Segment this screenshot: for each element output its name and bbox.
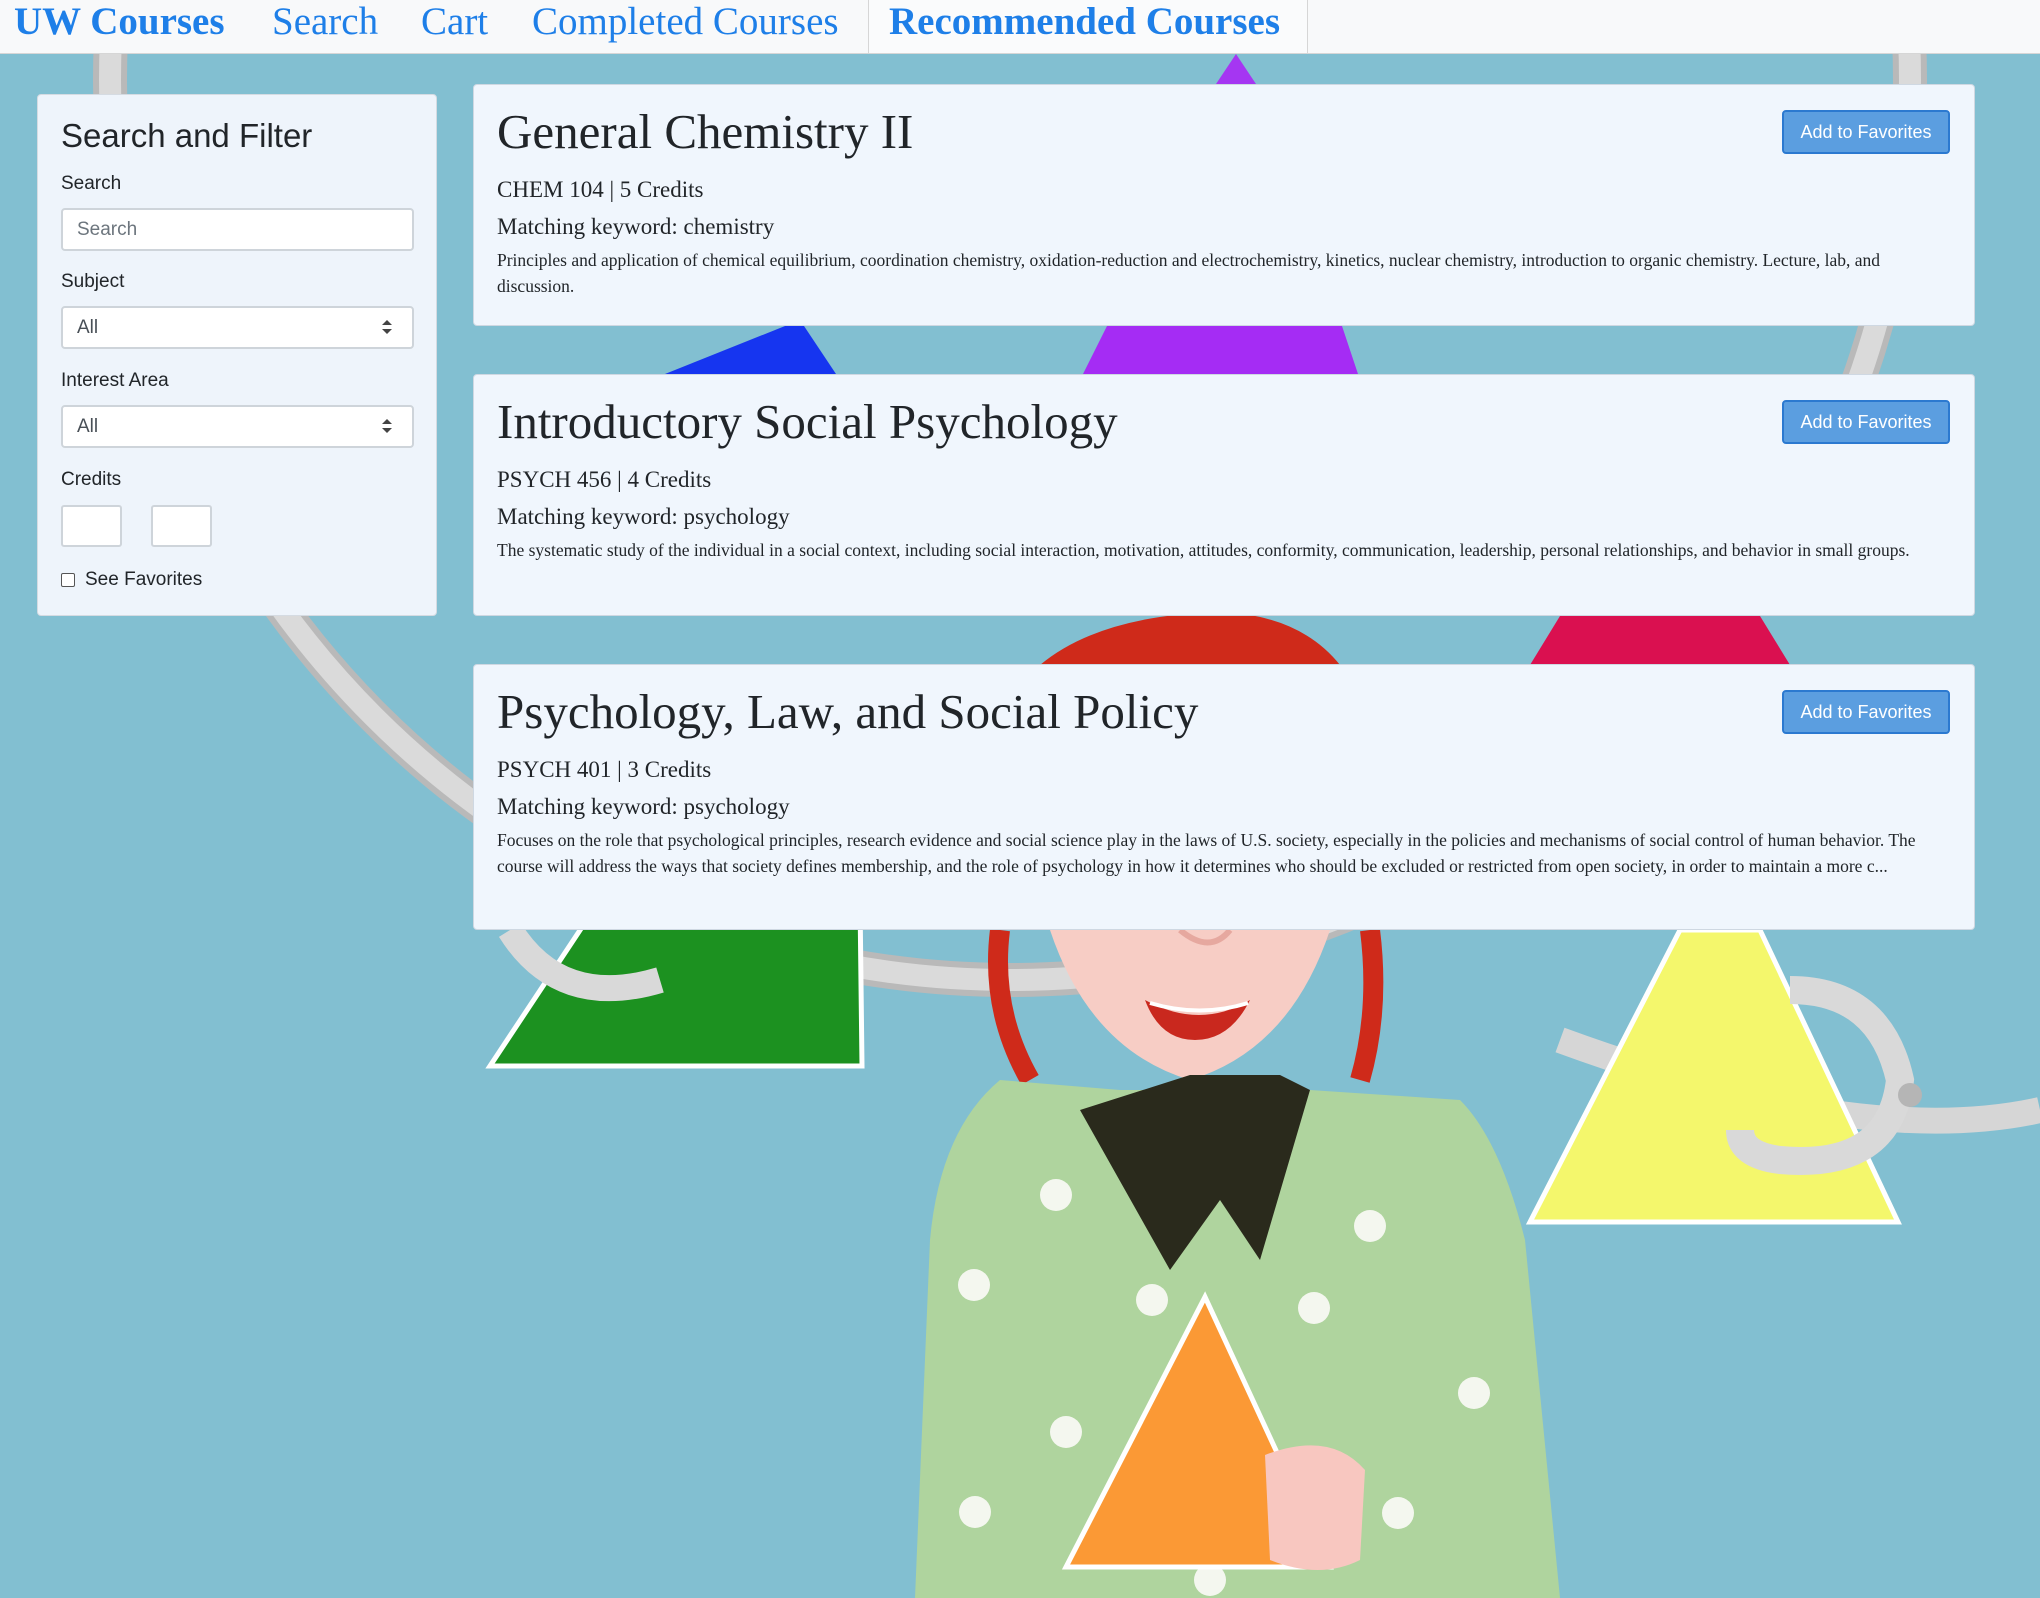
- course-title: Psychology, Law, and Social Policy: [497, 684, 1199, 739]
- credits-min-input[interactable]: [61, 505, 122, 547]
- course-meta: PSYCH 456 | 4 Credits: [497, 467, 712, 492]
- course-card: Psychology, Law, and Social Policy PSYCH…: [473, 664, 1975, 930]
- subject-value: All: [77, 317, 99, 338]
- nav-link-cart[interactable]: Cart: [421, 0, 488, 53]
- see-favorites-label[interactable]: See Favorites: [85, 569, 202, 591]
- brand-link[interactable]: UW Courses: [14, 0, 225, 53]
- search-filter-panel: Search and Filter Search Search Subject …: [37, 94, 437, 616]
- select-arrows-icon: [382, 419, 392, 433]
- interest-area-label: Interest Area: [61, 370, 169, 391]
- search-input[interactable]: Search: [61, 208, 414, 251]
- nav-link-search[interactable]: Search: [272, 0, 378, 53]
- course-card: Introductory Social Psychology PSYCH 456…: [473, 374, 1975, 616]
- search-label: Search: [61, 173, 122, 194]
- matching-keyword: Matching keyword: chemistry: [497, 214, 775, 239]
- search-placeholder: Search: [77, 219, 138, 240]
- interest-area-value: All: [77, 416, 99, 437]
- add-to-favorites-button[interactable]: Add to Favorites: [1782, 400, 1950, 444]
- credits-max-input[interactable]: [151, 505, 212, 547]
- course-meta: CHEM 104 | 5 Credits: [497, 177, 704, 202]
- nav-link-completed-courses[interactable]: Completed Courses: [532, 0, 839, 53]
- top-nav: UW Courses Search Cart Completed Courses…: [0, 0, 2040, 54]
- see-favorites-checkbox[interactable]: [61, 573, 75, 587]
- nav-link-recommended-courses[interactable]: Recommended Courses: [868, 0, 1308, 53]
- subject-label: Subject: [61, 271, 125, 292]
- select-arrows-icon: [382, 320, 392, 334]
- add-to-favorites-button[interactable]: Add to Favorites: [1782, 690, 1950, 734]
- panel-title: Search and Filter: [61, 117, 313, 154]
- matching-keyword: Matching keyword: psychology: [497, 794, 790, 819]
- course-description: Principles and application of chemical e…: [497, 250, 1881, 296]
- credits-label: Credits: [61, 469, 122, 490]
- subject-select[interactable]: All: [61, 306, 414, 349]
- add-to-favorites-button[interactable]: Add to Favorites: [1782, 110, 1950, 154]
- course-description: Focuses on the role that psychological p…: [497, 830, 1916, 876]
- matching-keyword: Matching keyword: psychology: [497, 504, 790, 529]
- course-title: General Chemistry II: [497, 104, 914, 159]
- course-title: Introductory Social Psychology: [497, 394, 1118, 449]
- interest-area-select[interactable]: All: [61, 405, 414, 448]
- course-description: The systematic study of the individual i…: [497, 540, 1910, 560]
- course-meta: PSYCH 401 | 3 Credits: [497, 757, 712, 782]
- course-card: General Chemistry II CHEM 104 | 5 Credit…: [473, 84, 1975, 326]
